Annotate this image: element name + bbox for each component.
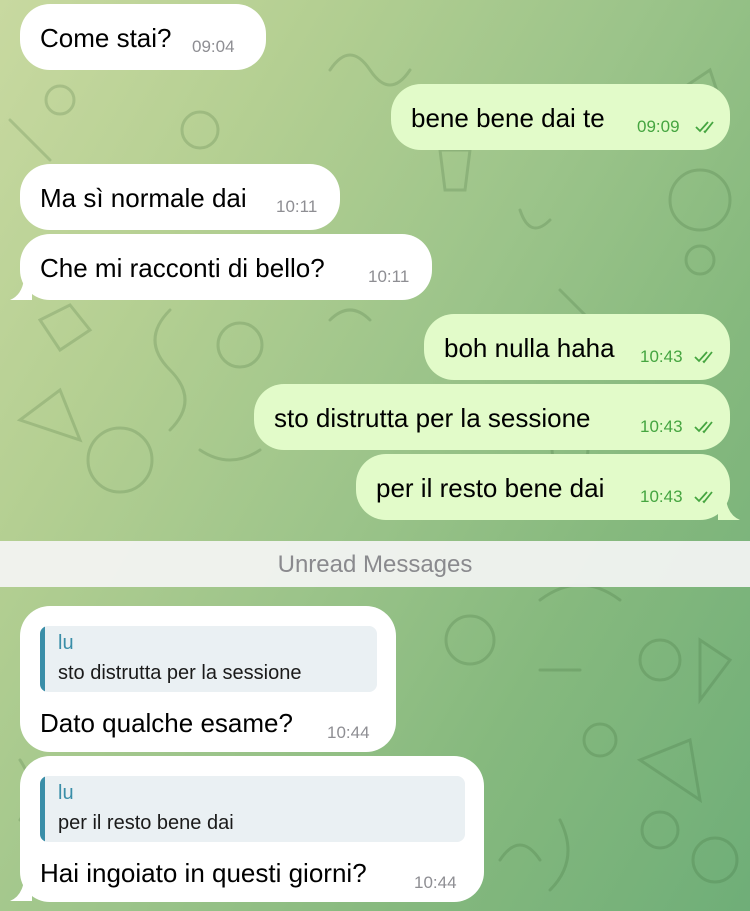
message-text: bene bene dai te xyxy=(411,103,605,133)
double-check-icon xyxy=(695,121,714,134)
message-text: Che mi racconti di bello? xyxy=(40,253,325,283)
reply-sender-name: lu xyxy=(58,782,74,804)
message-bubble-incoming[interactable]: Che mi racconti di bello? 10:11 xyxy=(20,234,432,300)
bubble-tail xyxy=(10,279,32,300)
message-text: per il resto bene dai xyxy=(376,473,605,503)
reply-sender-name: lu xyxy=(58,632,74,654)
reply-quoted-text: sto distrutta per la sessione xyxy=(58,662,302,684)
bubble-tail xyxy=(10,880,32,901)
message-time: 09:09 xyxy=(637,117,680,136)
message-bubble-incoming-reply[interactable]: lu per il resto bene dai Hai ingoiato in… xyxy=(20,756,484,902)
message-time: 09:04 xyxy=(192,37,235,56)
double-check-icon xyxy=(694,351,713,364)
message-bubble-incoming[interactable]: Come stai? 09:04 xyxy=(20,4,266,70)
reply-preview[interactable]: lu sto distrutta per la sessione xyxy=(40,626,377,692)
reply-quoted-text: per il resto bene dai xyxy=(58,812,234,834)
message-bubble-incoming-reply[interactable]: lu sto distrutta per la sessione Dato qu… xyxy=(20,606,396,752)
message-text: sto distrutta per la sessione xyxy=(274,403,591,433)
message-time: 10:43 xyxy=(640,347,683,366)
unread-messages-divider: Unread Messages xyxy=(0,541,750,587)
reply-accent-bar xyxy=(40,776,45,842)
message-bubble-outgoing[interactable]: sto distrutta per la sessione 10:43 xyxy=(254,384,730,450)
message-bubble-outgoing[interactable]: per il resto bene dai 10:43 xyxy=(356,454,730,520)
unread-messages-label: Unread Messages xyxy=(277,551,473,578)
message-text: Come stai? xyxy=(40,23,172,53)
message-bubble-outgoing[interactable]: bene bene dai te 09:09 xyxy=(391,84,730,150)
reply-preview[interactable]: lu per il resto bene dai xyxy=(40,776,465,842)
message-time: 10:44 xyxy=(414,873,457,892)
message-text: boh nulla haha xyxy=(444,333,615,363)
bubble-tail xyxy=(718,499,740,520)
message-bubble-outgoing[interactable]: boh nulla haha 10:43 xyxy=(424,314,730,380)
message-time: 10:11 xyxy=(368,267,410,286)
double-check-icon xyxy=(694,421,713,434)
message-text: Ma sì normale dai xyxy=(40,183,247,213)
message-text: Hai ingoiato in questi giorni? xyxy=(40,858,367,888)
reply-accent-bar xyxy=(40,626,45,692)
message-text: Dato qualche esame? xyxy=(40,708,293,738)
message-time: 10:11 xyxy=(276,197,318,216)
message-time: 10:43 xyxy=(640,417,683,436)
message-time: 10:44 xyxy=(327,723,370,742)
message-bubble-incoming[interactable]: Ma sì normale dai 10:11 xyxy=(20,164,340,230)
double-check-icon xyxy=(694,491,713,504)
message-time: 10:43 xyxy=(640,487,683,506)
